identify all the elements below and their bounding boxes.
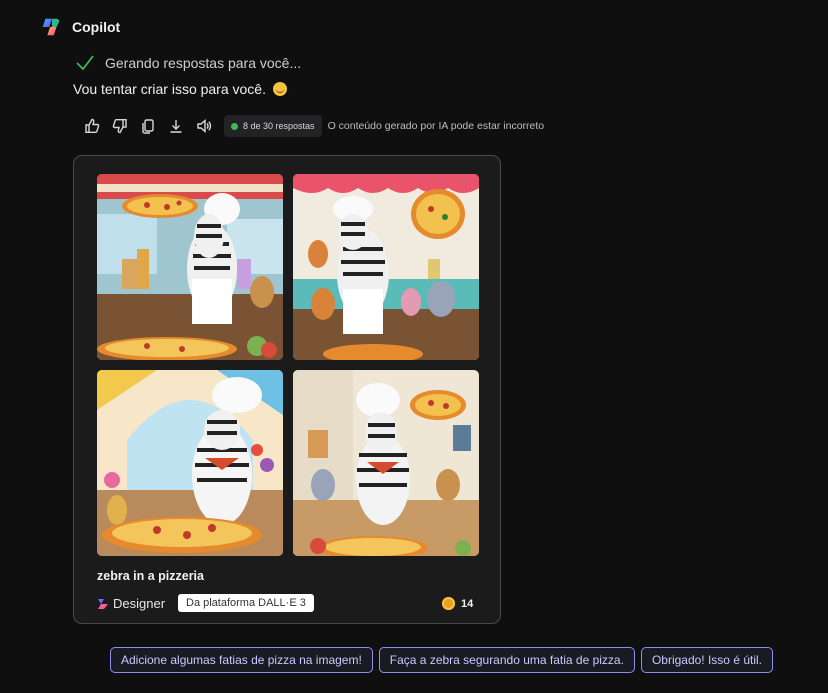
thumbs-down-icon [112,119,127,134]
generation-status: Gerando respostas para você... [75,54,301,72]
status-text: Gerando respostas para você... [105,55,302,71]
status-dot-icon [231,122,238,130]
suggestion-chip-1[interactable]: Adicione algumas fatias de pizza na imag… [110,647,373,673]
zebra-chef-image [293,370,479,556]
zebra-chef-image [97,370,283,556]
platform-badge[interactable]: Da plataforma DALL·E 3 [178,594,314,612]
check-icon [76,55,94,71]
response-count: 8 de 30 respostas [243,121,315,131]
copy-button[interactable] [134,114,162,138]
ai-disclaimer: O conteúdo gerado por IA pode estar inco… [327,120,545,132]
coin-icon [442,597,455,610]
thumbs-down-button[interactable] [106,114,134,138]
response-count-badge: 8 de 30 respostas [224,115,322,137]
smile-emoji-icon [272,82,287,96]
generated-image-2[interactable] [293,174,479,360]
generated-image-3[interactable] [97,370,283,556]
zebra-chef-image [293,174,479,360]
designer-logo-icon [98,598,108,609]
copy-icon [142,119,154,134]
assistant-reply: Vou tentar criar isso para você. [73,81,287,97]
app-name: Copilot [72,19,121,35]
generated-image-4[interactable] [293,370,479,556]
reply-text: Vou tentar criar isso para você. [73,81,266,97]
header: Copilot [40,16,120,38]
suggestion-chip-2[interactable]: Faça a zebra segurando uma fatia de pizz… [378,647,635,673]
image-caption: zebra in a pizzeria [97,569,204,583]
boost-coins: 14 [442,597,473,610]
speaker-icon [197,118,212,134]
copilot-logo-icon [42,18,60,36]
suggested-prompts: Adicione algumas fatias de pizza na imag… [110,647,773,673]
thumbs-up-button[interactable] [78,114,106,138]
thumbs-up-icon [85,118,100,133]
read-aloud-button[interactable] [190,114,218,138]
download-button[interactable] [162,114,190,138]
download-icon [170,120,182,133]
designer-label: Designer [113,596,166,611]
zebra-chef-image [97,174,283,360]
image-result-card: zebra in a pizzeria Designer Da platafor… [73,155,501,624]
designer-link[interactable]: Designer [97,596,165,611]
response-actions: 8 de 30 respostas O conteúdo gerado por … [78,114,544,138]
generated-image-1[interactable] [97,174,283,360]
coin-count: 14 [461,597,474,610]
suggestion-chip-3[interactable]: Obrigado! Isso é útil. [640,647,773,673]
